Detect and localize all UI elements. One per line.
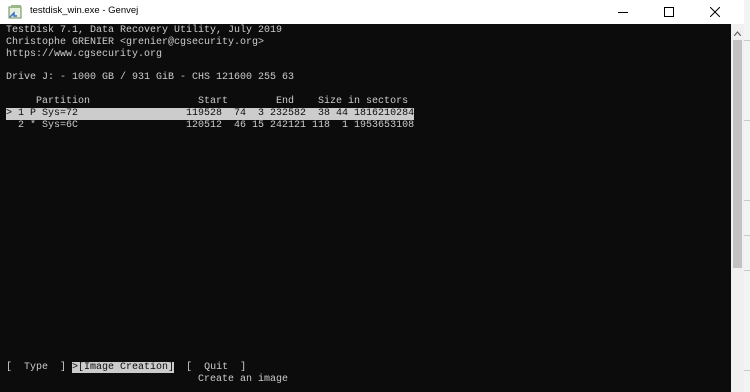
- background-window-edge: [744, 0, 750, 392]
- minimize-button[interactable]: [600, 0, 646, 24]
- menu-type[interactable]: [ Type ]: [6, 362, 66, 373]
- menu-hint: Create an image: [198, 374, 289, 385]
- header-line-2: Christophe GRENIER <grenier@cgsecurity.o…: [6, 37, 265, 48]
- chevron-up-icon: [733, 23, 742, 41]
- close-button[interactable]: [692, 0, 738, 24]
- maximize-icon: [664, 7, 674, 17]
- shortcut-app-icon: [8, 4, 24, 20]
- menu-bar: [ Type ] >[Image Creation] [ Quit ]: [6, 362, 246, 374]
- window-title-bar[interactable]: testdisk_win.exe - Genvej: [0, 0, 744, 24]
- menu-image-creation[interactable]: >[Image Creation]: [72, 362, 175, 373]
- maximize-button[interactable]: [646, 0, 692, 24]
- partition-row-1-selected[interactable]: > 1 P Sys=72 119528 74 3 232582 38 44 18…: [6, 108, 415, 120]
- minimize-icon: [618, 7, 628, 17]
- menu-quit[interactable]: [ Quit ]: [186, 362, 246, 373]
- window-title: testdisk_win.exe - Genvej: [30, 5, 139, 16]
- vertical-scrollbar[interactable]: [731, 24, 744, 392]
- partition-table-header: Partition Start End Size in sectors: [6, 96, 409, 107]
- drive-info: Drive J: - 1000 GB / 931 GiB - CHS 12160…: [6, 72, 295, 83]
- console-area[interactable]: TestDisk 7.1, Data Recovery Utility, Jul…: [0, 24, 731, 392]
- close-icon: [710, 7, 720, 17]
- header-line-1: TestDisk 7.1, Data Recovery Utility, Jul…: [6, 25, 283, 36]
- header-line-3: https://www.cgsecurity.org: [6, 49, 163, 60]
- scrollbar-thumb[interactable]: [733, 40, 742, 268]
- scroll-up-arrow[interactable]: [731, 25, 744, 38]
- partition-row-2[interactable]: 2 * Sys=6C 120512 46 15 242121 118 1 195…: [6, 120, 414, 132]
